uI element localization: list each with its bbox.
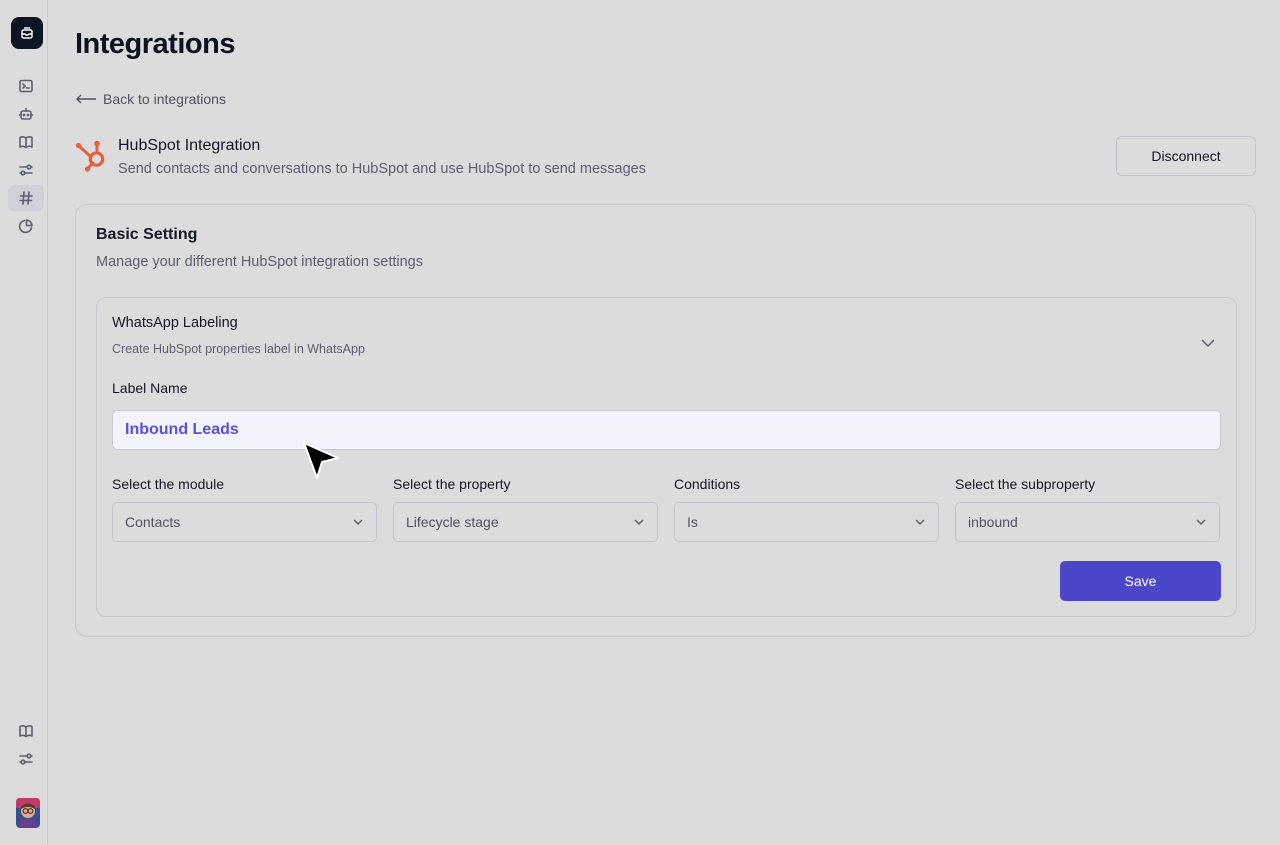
inbox-icon xyxy=(21,27,33,39)
sliders-icon xyxy=(19,164,33,176)
collapse-toggle[interactable] xyxy=(1199,334,1217,352)
sliders-icon xyxy=(19,753,33,765)
subproperty-label: Select the subproperty xyxy=(955,476,1096,492)
chevron-down-icon xyxy=(634,519,644,526)
sidebar-item-settings[interactable] xyxy=(8,157,44,183)
whatsapp-labeling-subtitle: Create HubSpot properties label in Whats… xyxy=(112,342,365,356)
integration-title: HubSpot Integration xyxy=(118,137,261,154)
terminal-icon xyxy=(19,79,33,93)
app-logo[interactable] xyxy=(11,17,43,49)
bot-icon xyxy=(18,107,34,120)
hash-icon xyxy=(19,191,33,205)
basic-setting-title: Basic Setting xyxy=(96,226,198,243)
integration-description: Send contacts and conversations to HubSp… xyxy=(118,161,646,177)
property-label: Select the property xyxy=(393,476,511,492)
disconnect-button[interactable]: Disconnect xyxy=(1116,136,1256,176)
book-icon xyxy=(19,725,33,738)
property-select-value: Lifecycle stage xyxy=(406,514,499,530)
label-name-input[interactable]: Inbound Leads xyxy=(112,410,1221,450)
subproperty-select[interactable]: inbound xyxy=(955,502,1220,542)
module-select-value: Contacts xyxy=(125,514,181,530)
save-button[interactable]: Save xyxy=(1060,561,1221,601)
chevron-down-icon xyxy=(1196,519,1206,526)
back-to-integrations-link[interactable]: Back to integrations xyxy=(75,91,226,107)
sidebar-item-integrations[interactable] xyxy=(8,185,44,211)
module-label: Select the module xyxy=(112,476,225,492)
whatsapp-labeling-title: WhatsApp Labeling xyxy=(112,315,238,331)
sidebar-item-bot[interactable] xyxy=(8,101,44,127)
basic-setting-card: Basic Setting Manage your different HubS… xyxy=(75,204,1256,637)
conditions-label: Conditions xyxy=(674,476,741,492)
whatsapp-labeling-panel: WhatsApp Labeling Create HubSpot propert… xyxy=(96,297,1237,617)
page-title: Integrations xyxy=(75,28,235,60)
sidebar-item-knowledge[interactable] xyxy=(8,129,44,155)
avatar[interactable] xyxy=(16,798,40,828)
chevron-down-icon xyxy=(915,519,925,526)
basic-setting-subtitle: Manage your different HubSpot integratio… xyxy=(96,254,423,270)
back-link-label: Back to integrations xyxy=(103,91,226,107)
sidebar-item-preferences[interactable] xyxy=(8,746,44,772)
sidebar-item-docs[interactable] xyxy=(8,718,44,744)
chevron-down-icon xyxy=(1201,339,1215,348)
conditions-select[interactable]: Is xyxy=(674,502,939,542)
mouse-cursor-icon xyxy=(303,442,339,479)
chevron-down-icon xyxy=(353,519,363,526)
label-name-label: Label Name xyxy=(112,380,188,396)
pie-chart-icon xyxy=(18,219,33,234)
book-icon xyxy=(19,136,33,149)
module-select[interactable]: Contacts xyxy=(112,502,377,542)
sidebar-item-analytics[interactable] xyxy=(8,213,44,239)
arrow-left-icon xyxy=(76,94,96,104)
sidebar-item-terminal[interactable] xyxy=(8,73,44,99)
sidebar xyxy=(0,0,48,845)
subproperty-select-value: inbound xyxy=(968,514,1018,530)
conditions-select-value: Is xyxy=(687,514,698,530)
hubspot-logo-icon xyxy=(75,140,105,172)
property-select[interactable]: Lifecycle stage xyxy=(393,502,658,542)
